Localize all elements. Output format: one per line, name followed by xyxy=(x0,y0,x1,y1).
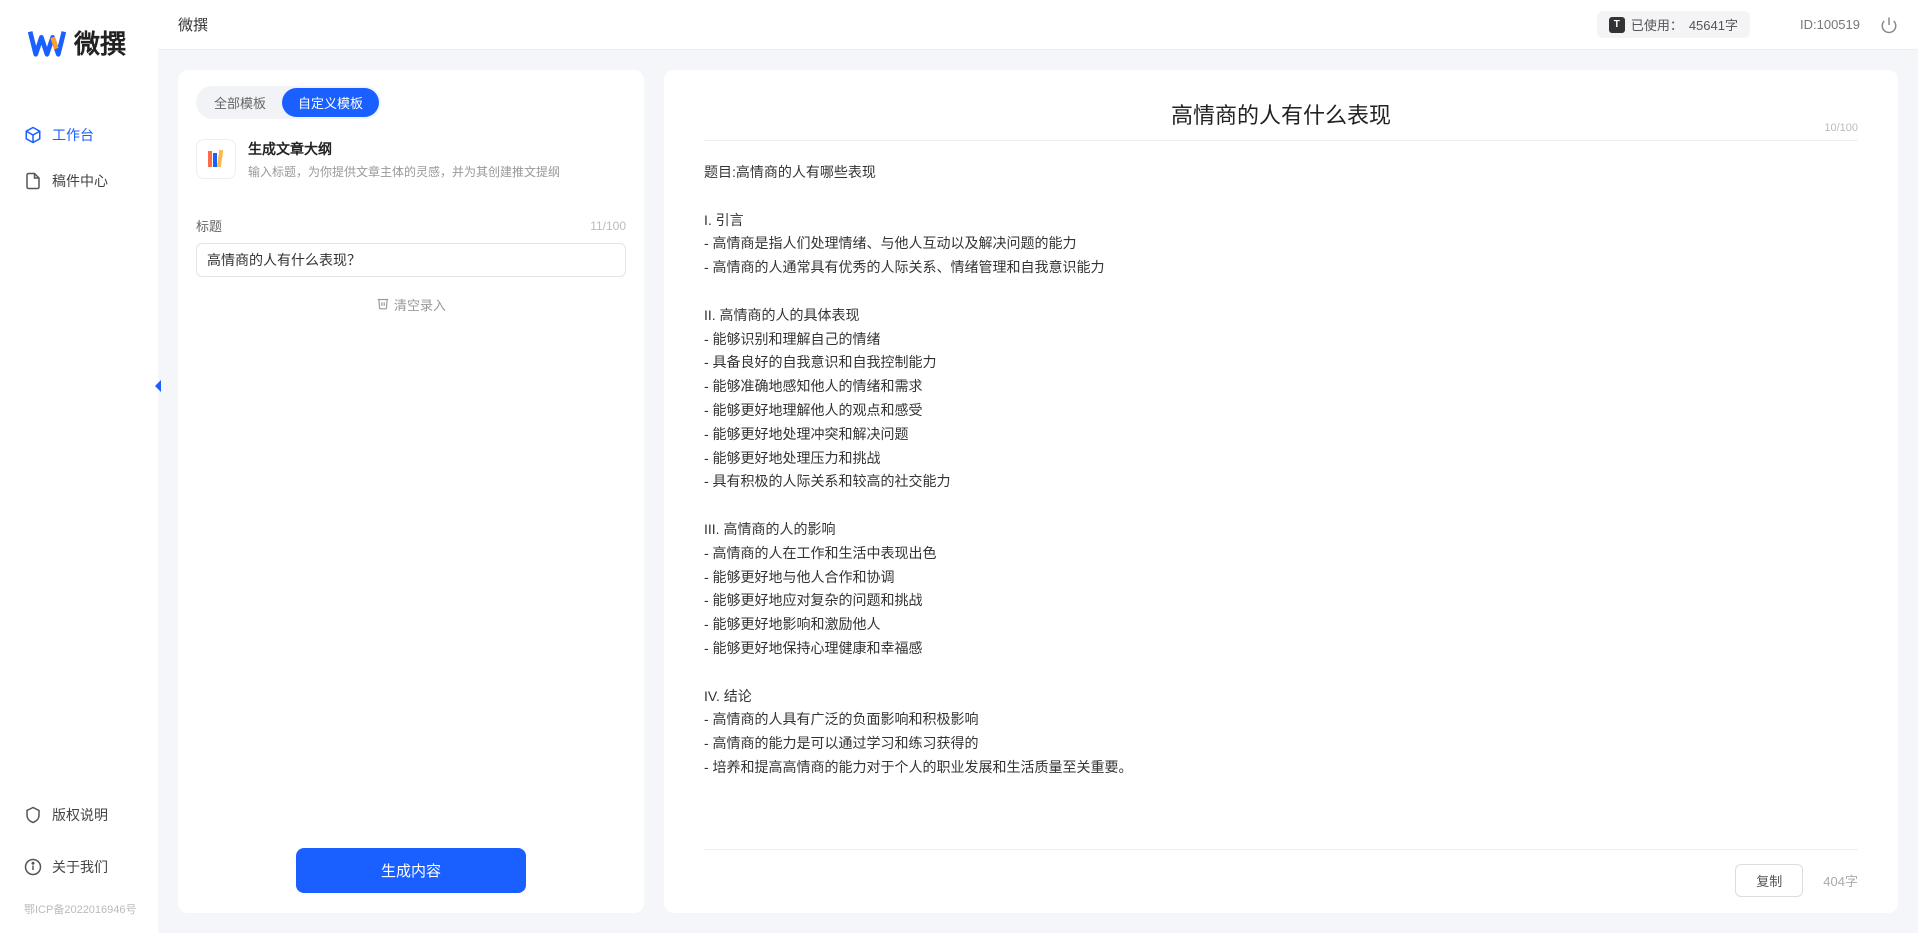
output-title-row: 高情商的人有什么表现 10/100 xyxy=(704,98,1858,141)
main: 微撰 T 已使用： 45641字 ID:100519 全部模板 自定义模板 xyxy=(158,0,1918,933)
clear-input-button[interactable]: 清空录入 xyxy=(196,295,626,314)
topbar: 微撰 T 已使用： 45641字 ID:100519 xyxy=(158,0,1918,50)
template-title: 生成文章大纲 xyxy=(248,139,626,159)
output-title-count: 10/100 xyxy=(1824,122,1858,134)
template-card: 生成文章大纲 输入标题，为你提供文章主体的灵感，并为其创建推文提纲 xyxy=(196,139,626,180)
form-section: 标题 11/100 清空录入 xyxy=(196,216,626,314)
tab-all-templates[interactable]: 全部模板 xyxy=(198,88,282,117)
tab-custom-templates[interactable]: 自定义模板 xyxy=(282,88,379,117)
content-row: 全部模板 自定义模板 生成文章大纲 输入标题，为你提供文章主体的灵感，并为其创建… xyxy=(158,50,1918,933)
sidebar-item-about[interactable]: 关于我们 xyxy=(0,849,158,885)
title-input[interactable] xyxy=(196,243,626,277)
title-char-count: 11/100 xyxy=(590,219,626,233)
sidebar-item-label: 版权说明 xyxy=(52,805,108,825)
page-title: 微撰 xyxy=(178,14,1597,35)
generate-button[interactable]: 生成内容 xyxy=(296,848,526,893)
sidebar-item-copyright[interactable]: 版权说明 xyxy=(0,797,158,833)
usage-badge[interactable]: T 已使用： 45641字 xyxy=(1597,11,1750,38)
logo-text: 微撰 xyxy=(74,24,126,61)
template-tabs: 全部模板 自定义模板 xyxy=(196,86,381,119)
sidebar-item-workbench[interactable]: 工作台 xyxy=(0,117,158,153)
sidebar-bottom: 版权说明 关于我们 鄂ICP备2022016946号 xyxy=(0,797,158,923)
template-info: 生成文章大纲 输入标题，为你提供文章主体的灵感，并为其创建推文提纲 xyxy=(248,139,626,180)
logo[interactable]: 微撰 xyxy=(0,0,158,77)
user-id: ID:100519 xyxy=(1800,17,1860,32)
document-icon xyxy=(24,172,42,190)
trash-icon xyxy=(376,296,390,313)
sidebar-nav: 工作台 稿件中心 xyxy=(0,117,158,797)
icp-text: 鄂ICP备2022016946号 xyxy=(0,901,158,917)
sidebar-item-drafts[interactable]: 稿件中心 xyxy=(0,163,158,199)
output-footer: 复制 404字 xyxy=(704,849,1858,897)
template-desc: 输入标题，为你提供文章主体的灵感，并为其创建推文提纲 xyxy=(248,163,626,180)
books-icon xyxy=(196,139,236,179)
sidebar-item-label: 工作台 xyxy=(52,125,94,145)
sidebar-item-label: 关于我们 xyxy=(52,857,108,877)
info-icon xyxy=(24,858,42,876)
copy-button[interactable]: 复制 xyxy=(1735,864,1803,897)
title-label: 标题 xyxy=(196,216,222,235)
output-body: 题目:高情商的人有哪些表现 I. 引言 - 高情商是指人们处理情绪、与他人互动以… xyxy=(704,161,1858,849)
token-icon: T xyxy=(1609,17,1625,33)
shield-icon xyxy=(24,806,42,824)
power-icon[interactable] xyxy=(1880,16,1898,34)
sidebar-item-label: 稿件中心 xyxy=(52,171,108,191)
usage-label: 已使用： xyxy=(1631,15,1683,34)
right-panel: 高情商的人有什么表现 10/100 题目:高情商的人有哪些表现 I. 引言 - … xyxy=(664,70,1898,913)
clear-label: 清空录入 xyxy=(394,295,446,314)
logo-icon xyxy=(28,28,66,58)
left-panel: 全部模板 自定义模板 生成文章大纲 输入标题，为你提供文章主体的灵感，并为其创建… xyxy=(178,70,644,913)
collapse-sidebar-button[interactable] xyxy=(152,376,164,396)
output-word-count: 404字 xyxy=(1823,871,1858,890)
cube-icon xyxy=(24,126,42,144)
output-title: 高情商的人有什么表现 xyxy=(1171,98,1391,130)
sidebar: 微撰 工作台 稿件中心 xyxy=(0,0,158,933)
usage-value: 45641字 xyxy=(1689,15,1738,34)
